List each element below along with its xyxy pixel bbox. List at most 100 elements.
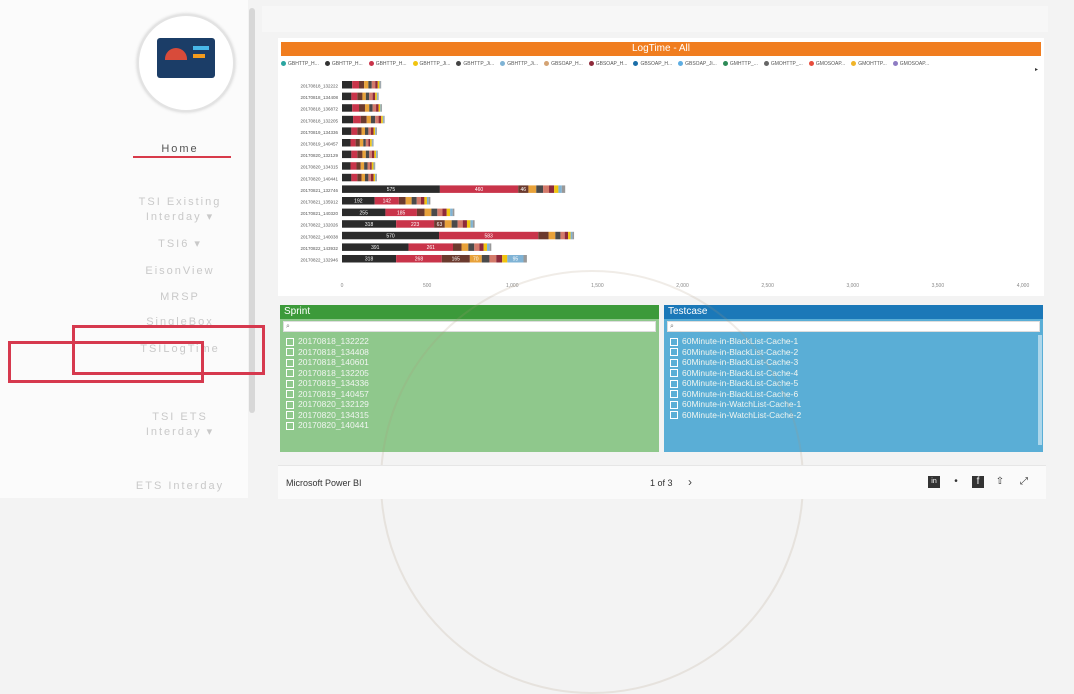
bar-segment[interactable] (549, 185, 555, 193)
bar-segment[interactable] (342, 139, 351, 147)
bar-segment[interactable] (364, 81, 369, 89)
bar-segment[interactable] (359, 104, 365, 112)
bar-segment[interactable] (375, 173, 377, 182)
bar-segment[interactable] (572, 231, 575, 240)
bar-segment[interactable] (374, 162, 376, 170)
checkbox-icon[interactable] (286, 348, 294, 357)
bar-segment[interactable] (351, 127, 358, 135)
bar-segment[interactable] (479, 243, 484, 251)
bar-segment[interactable] (342, 104, 353, 112)
bar-segment[interactable] (487, 243, 490, 251)
bar-segment[interactable] (379, 81, 381, 89)
bar-segment[interactable] (377, 92, 379, 101)
next-page-icon[interactable]: › (688, 475, 692, 489)
bar-segment[interactable] (568, 231, 571, 240)
bar-segment[interactable] (453, 243, 462, 251)
bar-segment[interactable] (481, 255, 490, 263)
bar-segment[interactable] (364, 127, 369, 135)
legend-item[interactable]: GMHTTP_... (722, 61, 758, 67)
bar-segment[interactable] (378, 115, 382, 124)
bar-segment[interactable] (466, 220, 471, 228)
bar-segment[interactable] (536, 185, 544, 193)
bar-segment[interactable] (538, 231, 549, 240)
bar-segment[interactable] (383, 115, 385, 124)
bar-segment[interactable] (372, 139, 374, 147)
bar-segment[interactable] (416, 197, 421, 205)
checkbox-icon[interactable] (286, 379, 294, 388)
bar-segment[interactable] (352, 81, 360, 89)
bar-segment[interactable] (357, 127, 362, 135)
bar-segment[interactable] (365, 150, 370, 159)
bar-segment[interactable] (405, 197, 412, 205)
bar-segment[interactable] (462, 220, 467, 228)
bar-segment[interactable] (359, 81, 365, 89)
bar-segment[interactable] (470, 220, 473, 228)
bar-segment[interactable] (371, 81, 376, 89)
fullscreen-icon[interactable]: ⤢ (1018, 476, 1030, 488)
bar-segment[interactable] (371, 162, 374, 170)
bar-segment[interactable] (380, 81, 382, 89)
legend-item[interactable]: GMOHTTP... (851, 61, 887, 67)
bar-segment[interactable] (468, 243, 475, 251)
bar-segment[interactable] (416, 208, 425, 217)
nav-item-eisonview[interactable]: EisonView (120, 265, 240, 278)
legend-item[interactable]: GMOHTTP_... (763, 61, 803, 67)
facebook-icon[interactable]: f (972, 476, 984, 488)
bar-segment[interactable] (350, 162, 357, 170)
bar-segment[interactable] (370, 139, 372, 147)
legend-item[interactable]: GBHTTP_H... (368, 61, 407, 67)
bar-segment[interactable] (450, 208, 453, 217)
bar-segment[interactable] (369, 104, 373, 112)
bar-segment[interactable] (472, 220, 475, 228)
nav-item-mrsp[interactable]: MRSP (120, 291, 240, 304)
bar-segment[interactable] (369, 92, 373, 101)
nav-item-tsi6[interactable]: TSI6 ▾ (120, 238, 240, 251)
bar-segment[interactable] (356, 162, 361, 170)
bar-segment[interactable] (375, 92, 377, 101)
bar-segment[interactable] (353, 115, 361, 124)
bar-segment[interactable] (342, 127, 352, 135)
nav-item-tsi-existing[interactable]: TSI Existing (120, 196, 240, 209)
bar-segment[interactable] (369, 150, 372, 159)
bar-segment[interactable] (446, 208, 451, 217)
bar-segment[interactable] (372, 104, 377, 112)
legend-item[interactable]: GBSOAP_H... (588, 61, 627, 67)
bar-segment[interactable] (496, 255, 503, 263)
bar-segment[interactable] (377, 81, 380, 89)
checkbox-icon[interactable] (286, 400, 294, 409)
bar-segment[interactable] (543, 185, 550, 193)
bar-segment[interactable] (364, 162, 368, 170)
bar-segment[interactable] (381, 104, 383, 112)
bar-segment[interactable] (342, 173, 352, 182)
bar-segment[interactable] (452, 208, 455, 217)
twitter-icon[interactable]: • (950, 476, 962, 488)
bar-segment[interactable] (365, 139, 369, 147)
bar-segment[interactable] (570, 231, 573, 240)
bar-segment[interactable] (342, 162, 351, 170)
checkbox-icon[interactable] (286, 411, 294, 420)
bar-segment[interactable] (428, 197, 431, 205)
bar-segment[interactable] (376, 127, 377, 135)
bar-segment[interactable] (364, 104, 370, 112)
bar-segment[interactable] (398, 197, 406, 205)
bar-segment[interactable] (370, 127, 374, 135)
checkbox-icon[interactable] (286, 369, 294, 378)
testcase-scrollbar[interactable] (1038, 335, 1042, 445)
bar-segment[interactable] (373, 127, 376, 135)
bar-segment[interactable] (352, 104, 360, 112)
bar-segment[interactable] (370, 162, 372, 170)
bar-segment[interactable] (365, 92, 370, 101)
bar-segment[interactable] (351, 150, 358, 159)
bar-segment[interactable] (411, 197, 417, 205)
legend-item[interactable]: GMOSOAP... (808, 61, 845, 67)
bar-segment[interactable] (368, 173, 371, 182)
linkedin-icon[interactable]: in (928, 476, 940, 488)
bar-segment[interactable] (431, 208, 438, 217)
bar-segment[interactable] (357, 173, 362, 182)
bar-segment[interactable] (474, 243, 480, 251)
checkbox-icon[interactable] (286, 337, 294, 346)
bar-segment[interactable] (362, 150, 366, 159)
legend-item[interactable]: GBSOAP_Ji... (678, 61, 717, 67)
bar-segment[interactable] (381, 115, 383, 124)
nav-item-home[interactable]: Home (120, 143, 240, 156)
